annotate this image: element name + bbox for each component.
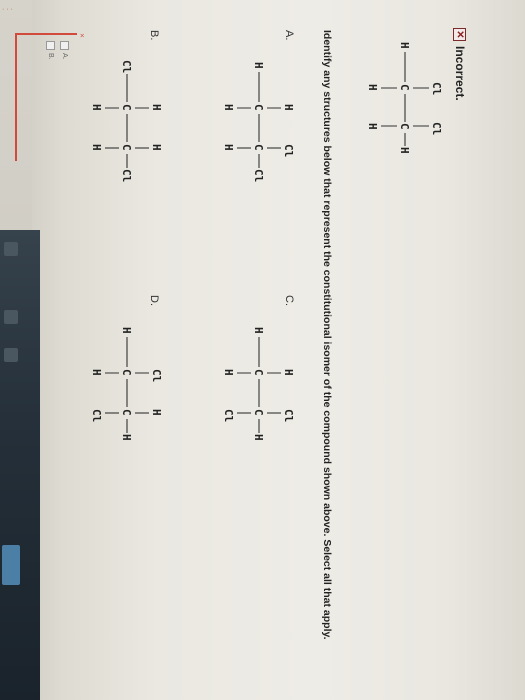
atom-label: H bbox=[252, 434, 265, 441]
checkbox[interactable] bbox=[60, 41, 69, 50]
atom-label: H bbox=[222, 144, 235, 151]
atom-label: Cl bbox=[222, 409, 235, 422]
atom-label: H bbox=[150, 104, 163, 111]
atom-label: Cl bbox=[120, 169, 133, 182]
option-d-structure[interactable]: Cl H H C C H H Cl bbox=[75, 325, 165, 455]
option-b-structure[interactable]: H H Cl C C Cl H H bbox=[75, 60, 165, 190]
atom-label: H bbox=[366, 84, 379, 91]
incorrect-label: Incorrect. bbox=[453, 46, 467, 101]
incorrect-banner: ✕ Incorrect. bbox=[453, 28, 467, 101]
answer-checklist: ✕ A. B. bbox=[15, 33, 84, 161]
atom-label: H bbox=[282, 104, 295, 111]
atom-label: C bbox=[120, 104, 133, 111]
atom-label: H bbox=[120, 434, 133, 441]
option-a-structure[interactable]: H Cl H C C Cl H H bbox=[207, 60, 297, 190]
option-d-label[interactable]: D. bbox=[148, 295, 160, 306]
atom-label: H bbox=[90, 369, 103, 376]
atom-label: Cl bbox=[282, 144, 295, 157]
atom-label: H bbox=[282, 369, 295, 376]
atom-label: Cl bbox=[430, 82, 443, 95]
rotated-content: ✕ Incorrect. Cl Cl H C C H H H Identify … bbox=[0, 0, 525, 700]
atom-label: H bbox=[150, 144, 163, 151]
atom-label: C bbox=[252, 369, 265, 376]
option-b-label[interactable]: B. bbox=[148, 30, 160, 40]
option-c-structure[interactable]: H Cl H C C H H Cl bbox=[207, 325, 297, 455]
option-c-label[interactable]: C. bbox=[283, 295, 295, 306]
atom-label: Cl bbox=[150, 369, 163, 382]
atom-label: C bbox=[252, 104, 265, 111]
atom-label: Cl bbox=[120, 60, 133, 73]
atom-label: Cl bbox=[430, 122, 443, 135]
atom-label: H bbox=[222, 104, 235, 111]
answer-item-b[interactable]: B. bbox=[46, 41, 55, 60]
atom-label: C bbox=[252, 409, 265, 416]
atom-label: C bbox=[120, 369, 133, 376]
checkbox[interactable] bbox=[46, 41, 55, 50]
atom-label: Cl bbox=[252, 169, 265, 182]
atom-label: C bbox=[252, 144, 265, 151]
atom-label: H bbox=[398, 42, 411, 49]
atom-label: H bbox=[90, 144, 103, 151]
atom-label: C bbox=[398, 84, 411, 91]
atom-label: H bbox=[150, 409, 163, 416]
atom-label: C bbox=[120, 409, 133, 416]
close-x-icon: ✕ bbox=[78, 33, 84, 39]
option-a-label[interactable]: A. bbox=[283, 30, 295, 40]
atom-label: H bbox=[120, 327, 133, 334]
atom-label: C bbox=[398, 123, 411, 130]
atom-label: H bbox=[90, 104, 103, 111]
given-structure: Cl Cl H C C H H H bbox=[366, 42, 443, 154]
incorrect-x-icon: ✕ bbox=[453, 28, 467, 41]
atom-label: C bbox=[120, 144, 133, 151]
atom-label: H bbox=[252, 62, 265, 69]
answer-item-label: B. bbox=[47, 53, 54, 60]
atom-label: Cl bbox=[90, 409, 103, 422]
answer-item-a[interactable]: A. bbox=[60, 41, 69, 60]
atom-label: H bbox=[398, 147, 411, 154]
question-prompt: Identify any structures below that repre… bbox=[321, 30, 333, 640]
atom-label: H bbox=[222, 369, 235, 376]
atom-label: H bbox=[252, 327, 265, 334]
answer-item-label: A. bbox=[61, 53, 68, 60]
atom-label: Cl bbox=[282, 409, 295, 422]
atom-label: H bbox=[366, 123, 379, 130]
